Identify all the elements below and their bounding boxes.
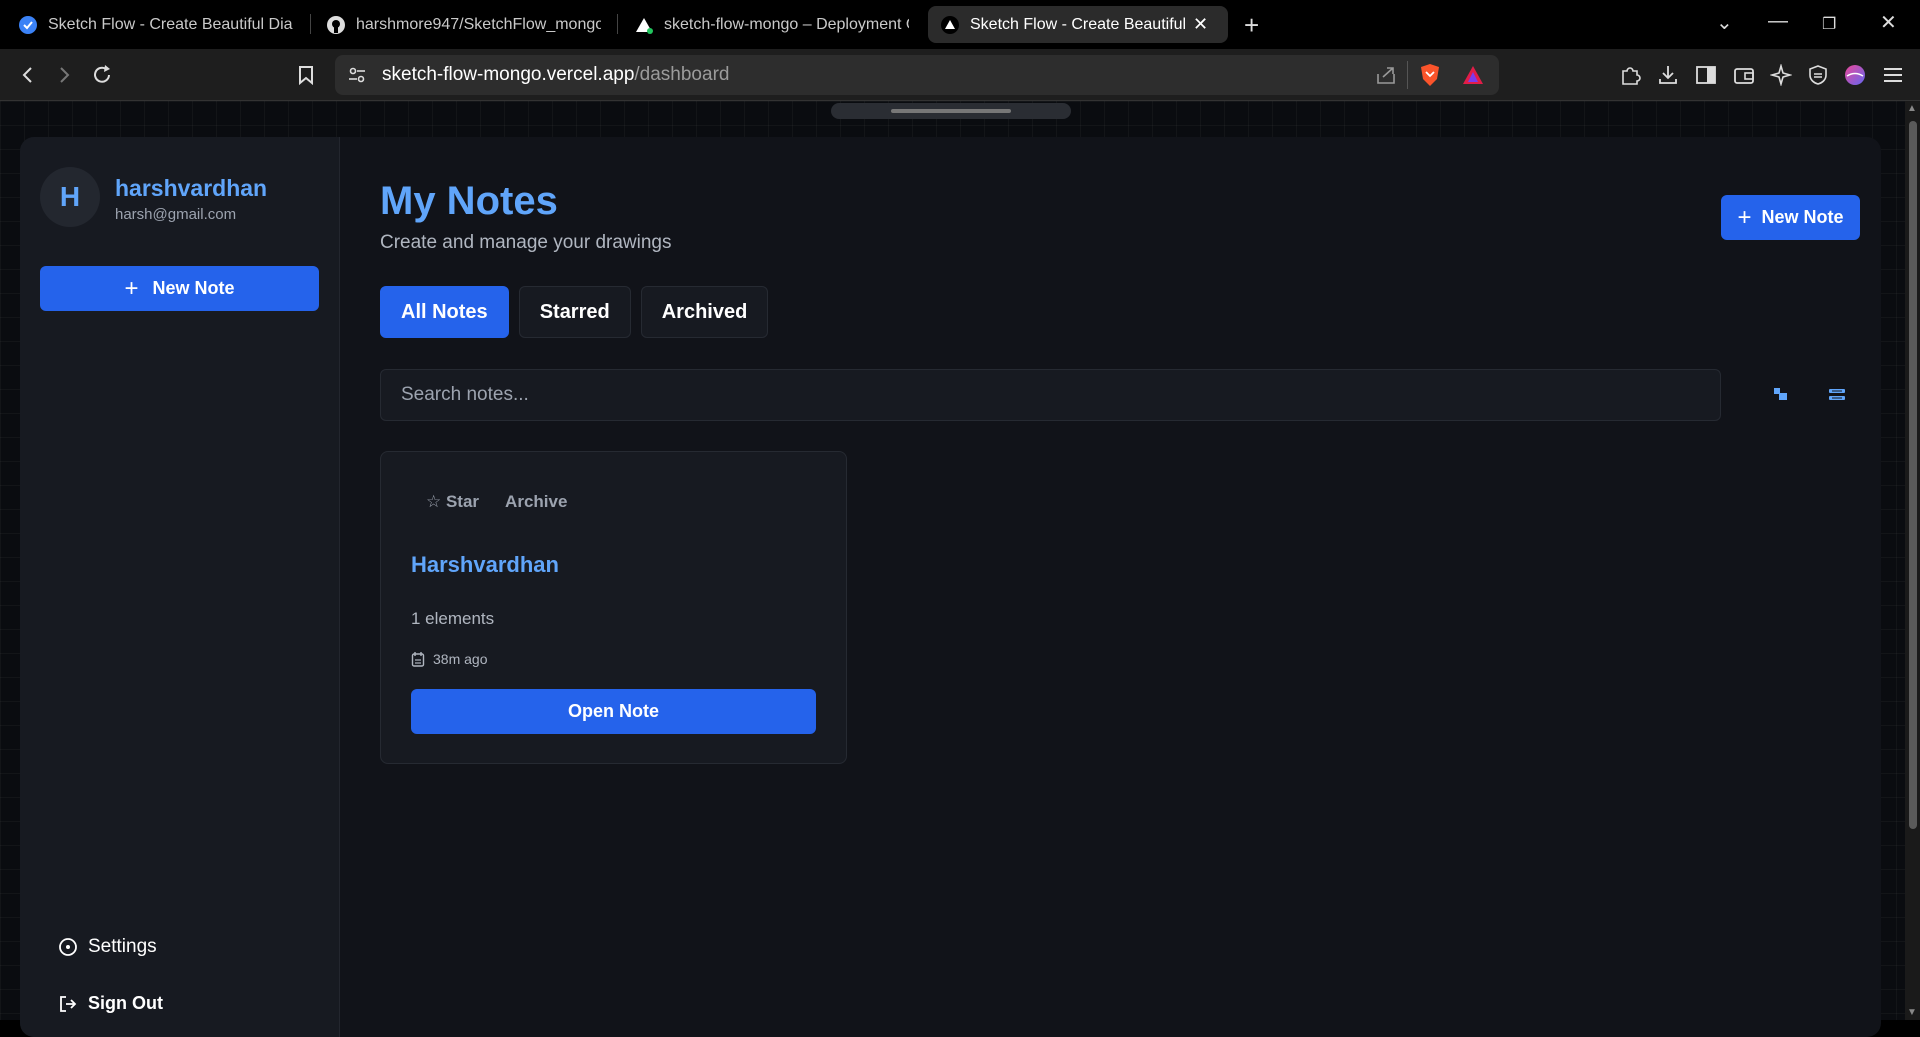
note-timestamp: 38m ago: [411, 651, 487, 667]
drag-handle[interactable]: [831, 103, 1071, 119]
close-tab-icon[interactable]: ✕: [1193, 14, 1208, 35]
site-settings-icon[interactable]: [347, 65, 367, 90]
tab-title: Sketch Flow - Create Beautiful Di: [970, 15, 1185, 33]
settings-link[interactable]: Settings: [58, 936, 157, 958]
sidebar-new-note-label: New Note: [152, 278, 235, 298]
calendar-icon: [411, 651, 425, 667]
github-icon: [326, 15, 346, 35]
reload-icon[interactable]: [88, 61, 116, 89]
tab-search-chevron-icon[interactable]: ⌄: [1716, 10, 1733, 35]
url-text: sketch-flow-mongo.vercel.app/dashboard: [382, 64, 729, 86]
page-title: My Notes: [380, 179, 558, 223]
sign-out-icon: [58, 994, 78, 1014]
menu-icon[interactable]: [1880, 62, 1906, 88]
brave-rewards-icon[interactable]: [1462, 65, 1484, 90]
address-bar[interactable]: sketch-flow-mongo.vercel.app/dashboard: [335, 55, 1499, 95]
url-path: /dashboard: [634, 64, 730, 85]
vercel-icon: [940, 15, 960, 35]
browser-tab-1[interactable]: Sketch Flow - Create Beautiful Diagra: [6, 6, 306, 43]
plus-icon: +: [124, 274, 139, 302]
forward-icon[interactable]: [50, 61, 78, 89]
main-content: My Notes Create and manage your drawings…: [380, 137, 1881, 1037]
sidebar: H harshvardhan harsh@gmail.com + New Not…: [20, 137, 340, 1037]
list-view-icon[interactable]: [1825, 383, 1849, 407]
user-email: harsh@gmail.com: [115, 206, 237, 223]
tab-archived[interactable]: Archived: [640, 286, 769, 338]
sign-out-link[interactable]: Sign Out: [58, 993, 163, 1014]
back-icon[interactable]: [14, 61, 42, 89]
minimize-icon[interactable]: —: [1768, 10, 1788, 33]
window-close-icon[interactable]: ✕: [1880, 10, 1897, 35]
url-host: sketch-flow-mongo.vercel.app: [382, 64, 635, 85]
plus-icon: +: [1737, 203, 1752, 231]
tab-starred[interactable]: Starred: [518, 286, 631, 338]
bookmark-icon[interactable]: [292, 61, 320, 89]
note-card: ☆ Star Archive Harshvardhan 1 elements 3…: [380, 451, 847, 764]
search-input[interactable]: [380, 369, 1721, 421]
extensions-icon[interactable]: [1617, 62, 1643, 88]
filter-tabs: All Notes Starred Archived: [380, 286, 769, 338]
browser-tab-bar: Sketch Flow - Create Beautiful Diagra ha…: [0, 0, 1920, 49]
scrollbar-thumb[interactable]: [1909, 121, 1917, 829]
note-element-count: 1 elements: [411, 609, 495, 628]
sidebar-new-note-button[interactable]: + New Note: [40, 266, 319, 311]
page-subtitle: Create and manage your drawings: [380, 232, 672, 253]
header-new-note-button[interactable]: + New Note: [1721, 195, 1860, 240]
sketchflow-check-icon: [18, 15, 38, 35]
user-name: harshvardhan: [115, 175, 268, 201]
wallet-icon[interactable]: [1731, 62, 1757, 88]
note-time-text: 38m ago: [433, 651, 488, 667]
leo-ai-icon[interactable]: [1768, 62, 1794, 88]
scroll-up-arrow-icon[interactable]: ▲: [1907, 103, 1917, 114]
page-scrollbar[interactable]: ▲ ▼: [1905, 101, 1920, 1020]
sidebar-toggle-icon[interactable]: [1693, 62, 1719, 88]
new-tab-button[interactable]: +: [1244, 10, 1259, 41]
tab-all-notes[interactable]: All Notes: [380, 286, 509, 338]
browser-toolbar: sketch-flow-mongo.vercel.app/dashboard: [0, 49, 1920, 101]
dashboard-app: H harshvardhan harsh@gmail.com + New Not…: [20, 137, 1881, 1037]
sign-out-label: Sign Out: [88, 993, 163, 1013]
settings-icon: [58, 937, 78, 957]
brave-shields-icon[interactable]: [1419, 63, 1441, 92]
restore-icon[interactable]: ❐: [1822, 14, 1836, 34]
open-note-button[interactable]: Open Note: [411, 689, 816, 734]
grid-view-icon[interactable]: [1769, 383, 1793, 407]
star-button[interactable]: ☆ Star: [426, 492, 479, 512]
browser-tab-3[interactable]: sketch-flow-mongo – Deployment O: [622, 6, 922, 43]
browser-tab-4-active[interactable]: Sketch Flow - Create Beautiful Di ✕: [928, 6, 1228, 43]
downloads-icon[interactable]: [1655, 62, 1681, 88]
tab-title: sketch-flow-mongo – Deployment O: [664, 15, 909, 33]
note-title[interactable]: Harshvardhan: [411, 552, 559, 578]
vercel-icon: [634, 15, 654, 35]
card-actions: ☆ Star Archive: [426, 492, 567, 512]
avatar: H: [40, 167, 100, 227]
profile-avatar-icon[interactable]: [1842, 62, 1868, 88]
tab-title: Sketch Flow - Create Beautiful Diagra: [48, 15, 293, 33]
browser-tab-2[interactable]: harshmore947/SketchFlow_mongo: A: [314, 6, 614, 43]
share-icon[interactable]: [1375, 65, 1397, 90]
header-new-note-label: New Note: [1761, 207, 1844, 227]
archive-button[interactable]: Archive: [505, 492, 567, 512]
settings-label: Settings: [88, 936, 157, 957]
tab-title: harshmore947/SketchFlow_mongo: A: [356, 15, 601, 33]
scroll-down-arrow-icon[interactable]: ▼: [1907, 1007, 1917, 1018]
page-viewport: H harshvardhan harsh@gmail.com + New Not…: [0, 101, 1905, 1037]
vpn-shield-icon[interactable]: [1805, 62, 1831, 88]
